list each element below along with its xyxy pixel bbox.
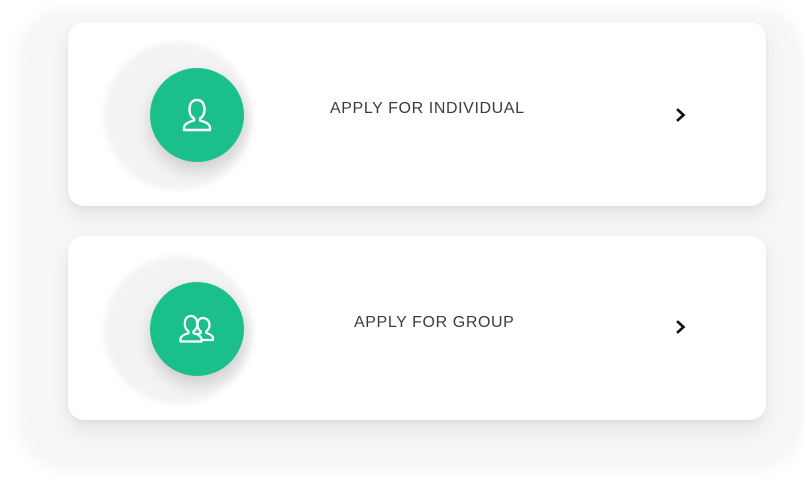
user-icon-badge (150, 68, 244, 162)
apply-individual-card[interactable]: APPLY FOR INDIVIDUAL (68, 22, 766, 206)
apply-group-card[interactable]: APPLY FOR GROUP (68, 236, 766, 420)
apply-individual-label: APPLY FOR INDIVIDUAL (330, 100, 525, 117)
chevron-right-icon (674, 108, 688, 122)
chevron-right-icon (674, 320, 688, 334)
users-icon-badge (150, 282, 244, 376)
apply-group-label: APPLY FOR GROUP (354, 314, 515, 331)
users-icon (179, 314, 215, 343)
user-icon (182, 98, 212, 132)
